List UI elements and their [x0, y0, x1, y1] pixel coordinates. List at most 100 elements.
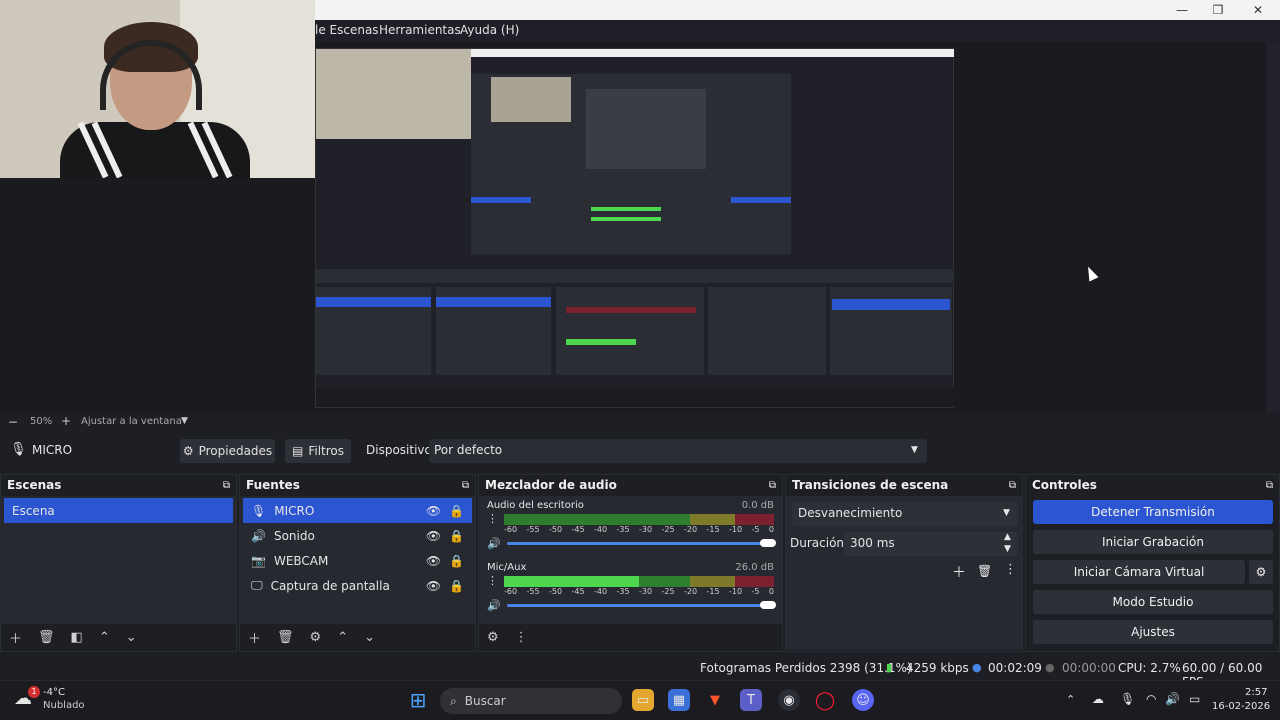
arrow-down-icon[interactable]: ⌄ [126, 630, 137, 645]
zoom-fit-label[interactable]: Ajustar a la ventana [81, 416, 182, 427]
undock-icon[interactable]: ⧉ [1009, 480, 1016, 491]
eye-icon[interactable]: 👁 [426, 504, 441, 518]
clock-date[interactable]: 16-02-2026 [1212, 701, 1270, 712]
source-label: Sonido [273, 528, 315, 543]
source-item-micro[interactable]: 🎙 MICRO 👁 🔒 [243, 498, 472, 523]
clock-time[interactable]: 2:57 [1245, 687, 1267, 698]
brave-browser-icon[interactable]: ▼ [704, 689, 726, 711]
chevron-up-icon[interactable]: ▲ [1004, 532, 1011, 542]
volume-icon[interactable]: 🔊 [1165, 692, 1180, 706]
channel-db: 26.0 dB [735, 562, 774, 573]
kebab-menu-icon[interactable]: ⋮ [487, 575, 498, 596]
source-item-screen-capture[interactable]: 🖵 Captura de pantalla 👁 🔒 [243, 573, 472, 598]
cloud-icon[interactable]: ☁ [1092, 692, 1104, 706]
mixer-toolbar: ⚙ ⋮ [479, 624, 782, 650]
opera-icon[interactable]: ◯ [814, 689, 836, 711]
mixer-dock-header: Mezclador de audio ⧉ [479, 476, 782, 494]
maximize-button[interactable]: ❐ [1200, 0, 1236, 20]
zoom-out-button[interactable]: − [8, 415, 18, 429]
weather-temp: -4°C [43, 687, 65, 698]
stop-stream-button[interactable]: Detener Transmisión [1033, 500, 1273, 524]
meter-bar [504, 514, 774, 525]
volume-slider-handle[interactable] [760, 601, 776, 609]
properties-button[interactable]: ⚙ Propiedades [180, 439, 275, 463]
undock-icon[interactable]: ⧉ [223, 480, 230, 491]
add-icon[interactable]: ＋ [248, 628, 261, 647]
nested-webcam [316, 49, 471, 139]
minimize-button[interactable]: — [1164, 0, 1200, 20]
nested-mixer [556, 287, 704, 375]
file-explorer-icon[interactable]: ▭ [632, 689, 654, 711]
speaker-icon[interactable]: 🔊 [487, 599, 501, 612]
undock-icon[interactable]: ⧉ [462, 480, 469, 491]
settings-button[interactable]: Ajustes [1033, 620, 1273, 644]
channel-desktop-meter-area: ⋮ -60 -55 -50 -45 -40 -35 -30 -25 -20 -15 -10 -5 0 [487, 513, 774, 534]
arrow-up-icon[interactable]: ⌃ [337, 630, 348, 645]
mixer-channels: Audio del escritorio 0.0 dB ⋮ -60 -55 -50-… [479, 496, 782, 624]
speaker-icon[interactable]: 🔊 [487, 537, 501, 550]
studio-mode-button[interactable]: Modo Estudio [1033, 590, 1273, 614]
teams-icon[interactable]: T [740, 689, 762, 711]
close-button[interactable]: ✕ [1240, 0, 1276, 20]
volume-slider[interactable] [506, 539, 776, 547]
add-icon[interactable]: ＋ [952, 562, 966, 582]
gear-icon[interactable]: ⚙ [1249, 560, 1273, 584]
advanced-audio-icon[interactable]: ⚙ [487, 630, 499, 645]
scene-item-label: Escena [12, 503, 55, 518]
scene-item[interactable]: Escena [4, 498, 233, 523]
kebab-menu-icon[interactable]: ⋮ [487, 513, 498, 534]
obs-icon[interactable]: ◉ [778, 689, 800, 711]
source-item-webcam[interactable]: 📷 WEBCAM 👁 🔒 [243, 548, 472, 573]
lock-icon[interactable]: 🔒 [449, 554, 464, 568]
kebab-menu-icon[interactable]: ⋮ [1004, 562, 1017, 577]
trash-icon[interactable]: 🗑 [977, 564, 992, 578]
trash-icon[interactable]: 🗑 [38, 630, 55, 645]
battery-icon[interactable]: ▭ [1189, 692, 1200, 706]
trash-icon[interactable]: 🗑 [277, 630, 294, 645]
arrow-down-icon[interactable]: ⌄ [364, 630, 375, 645]
channel-desktop-header: Audio del escritorio 0.0 dB [487, 500, 774, 511]
menu-scenes[interactable]: le Escenas [315, 23, 379, 37]
microphone-icon[interactable]: 🎙 [1120, 692, 1135, 706]
preview-scrollbar[interactable] [1266, 42, 1280, 412]
volume-slider[interactable] [506, 601, 776, 609]
gear-icon[interactable]: ⚙ [310, 630, 322, 645]
properties-label: Propiedades [198, 444, 273, 458]
microphone-icon: 🎙 [251, 503, 267, 518]
kebab-menu-icon[interactable]: ⋮ [515, 630, 528, 645]
transition-select[interactable]: Desvanecimiento ▼ [792, 502, 1018, 526]
source-item-sound[interactable]: 🔊 Sonido 👁 🔒 [243, 523, 472, 548]
eye-icon[interactable]: 👁 [426, 529, 441, 543]
add-icon[interactable]: ＋ [9, 628, 22, 647]
lock-icon[interactable]: 🔒 [449, 579, 464, 593]
wifi-icon[interactable]: ◠ [1146, 692, 1156, 706]
nested-meter [591, 207, 661, 211]
lock-icon[interactable]: 🔒 [449, 504, 464, 518]
menu-tools[interactable]: Herramientas [379, 23, 461, 37]
taskbar-search[interactable]: ⌕ Buscar [440, 688, 622, 714]
device-select[interactable]: Por defecto ▼ [429, 439, 927, 463]
filter-icon[interactable]: ◧ [71, 630, 83, 645]
sources-title: Fuentes [246, 478, 300, 492]
filters-button[interactable]: ▤ Filtros [285, 439, 351, 463]
undock-icon[interactable]: ⧉ [769, 480, 776, 491]
volume-slider-handle[interactable] [760, 539, 776, 547]
chevron-down-icon[interactable]: ▼ [1004, 544, 1011, 554]
store-icon[interactable]: ▦ [668, 689, 690, 711]
start-recording-button[interactable]: Iniciar Grabación [1033, 530, 1273, 554]
lock-icon[interactable]: 🔒 [449, 529, 464, 543]
arrow-up-icon[interactable]: ⌃ [99, 630, 110, 645]
virtual-camera-button[interactable]: Iniciar Cámara Virtual [1033, 560, 1245, 584]
duration-spinbox[interactable]: 300 ms ▲ ▼ [844, 532, 1018, 556]
undock-icon[interactable]: ⧉ [1266, 480, 1273, 491]
zoom-in-button[interactable]: + [61, 414, 71, 428]
chevron-up-icon[interactable]: ⌃ [1066, 693, 1075, 706]
channel-mic-meter: -60 -55 -50 -45 -40 -35 -30 -25 -20 -15 -10 -5 0 [504, 576, 774, 596]
discord-icon[interactable]: ☺ [852, 689, 874, 711]
menu-help[interactable]: Ayuda (H) [460, 23, 519, 37]
eye-icon[interactable]: 👁 [426, 554, 441, 568]
windows-start-icon[interactable]: ⊞ [407, 688, 429, 712]
eye-icon[interactable]: 👁 [426, 579, 441, 593]
zoom-dropdown-icon[interactable]: ▼ [181, 416, 188, 426]
channel-desktop-meter: -60 -55 -50 -45 -40 -35 -30 -25 -20 -15 -10 -5 0 [504, 514, 774, 534]
